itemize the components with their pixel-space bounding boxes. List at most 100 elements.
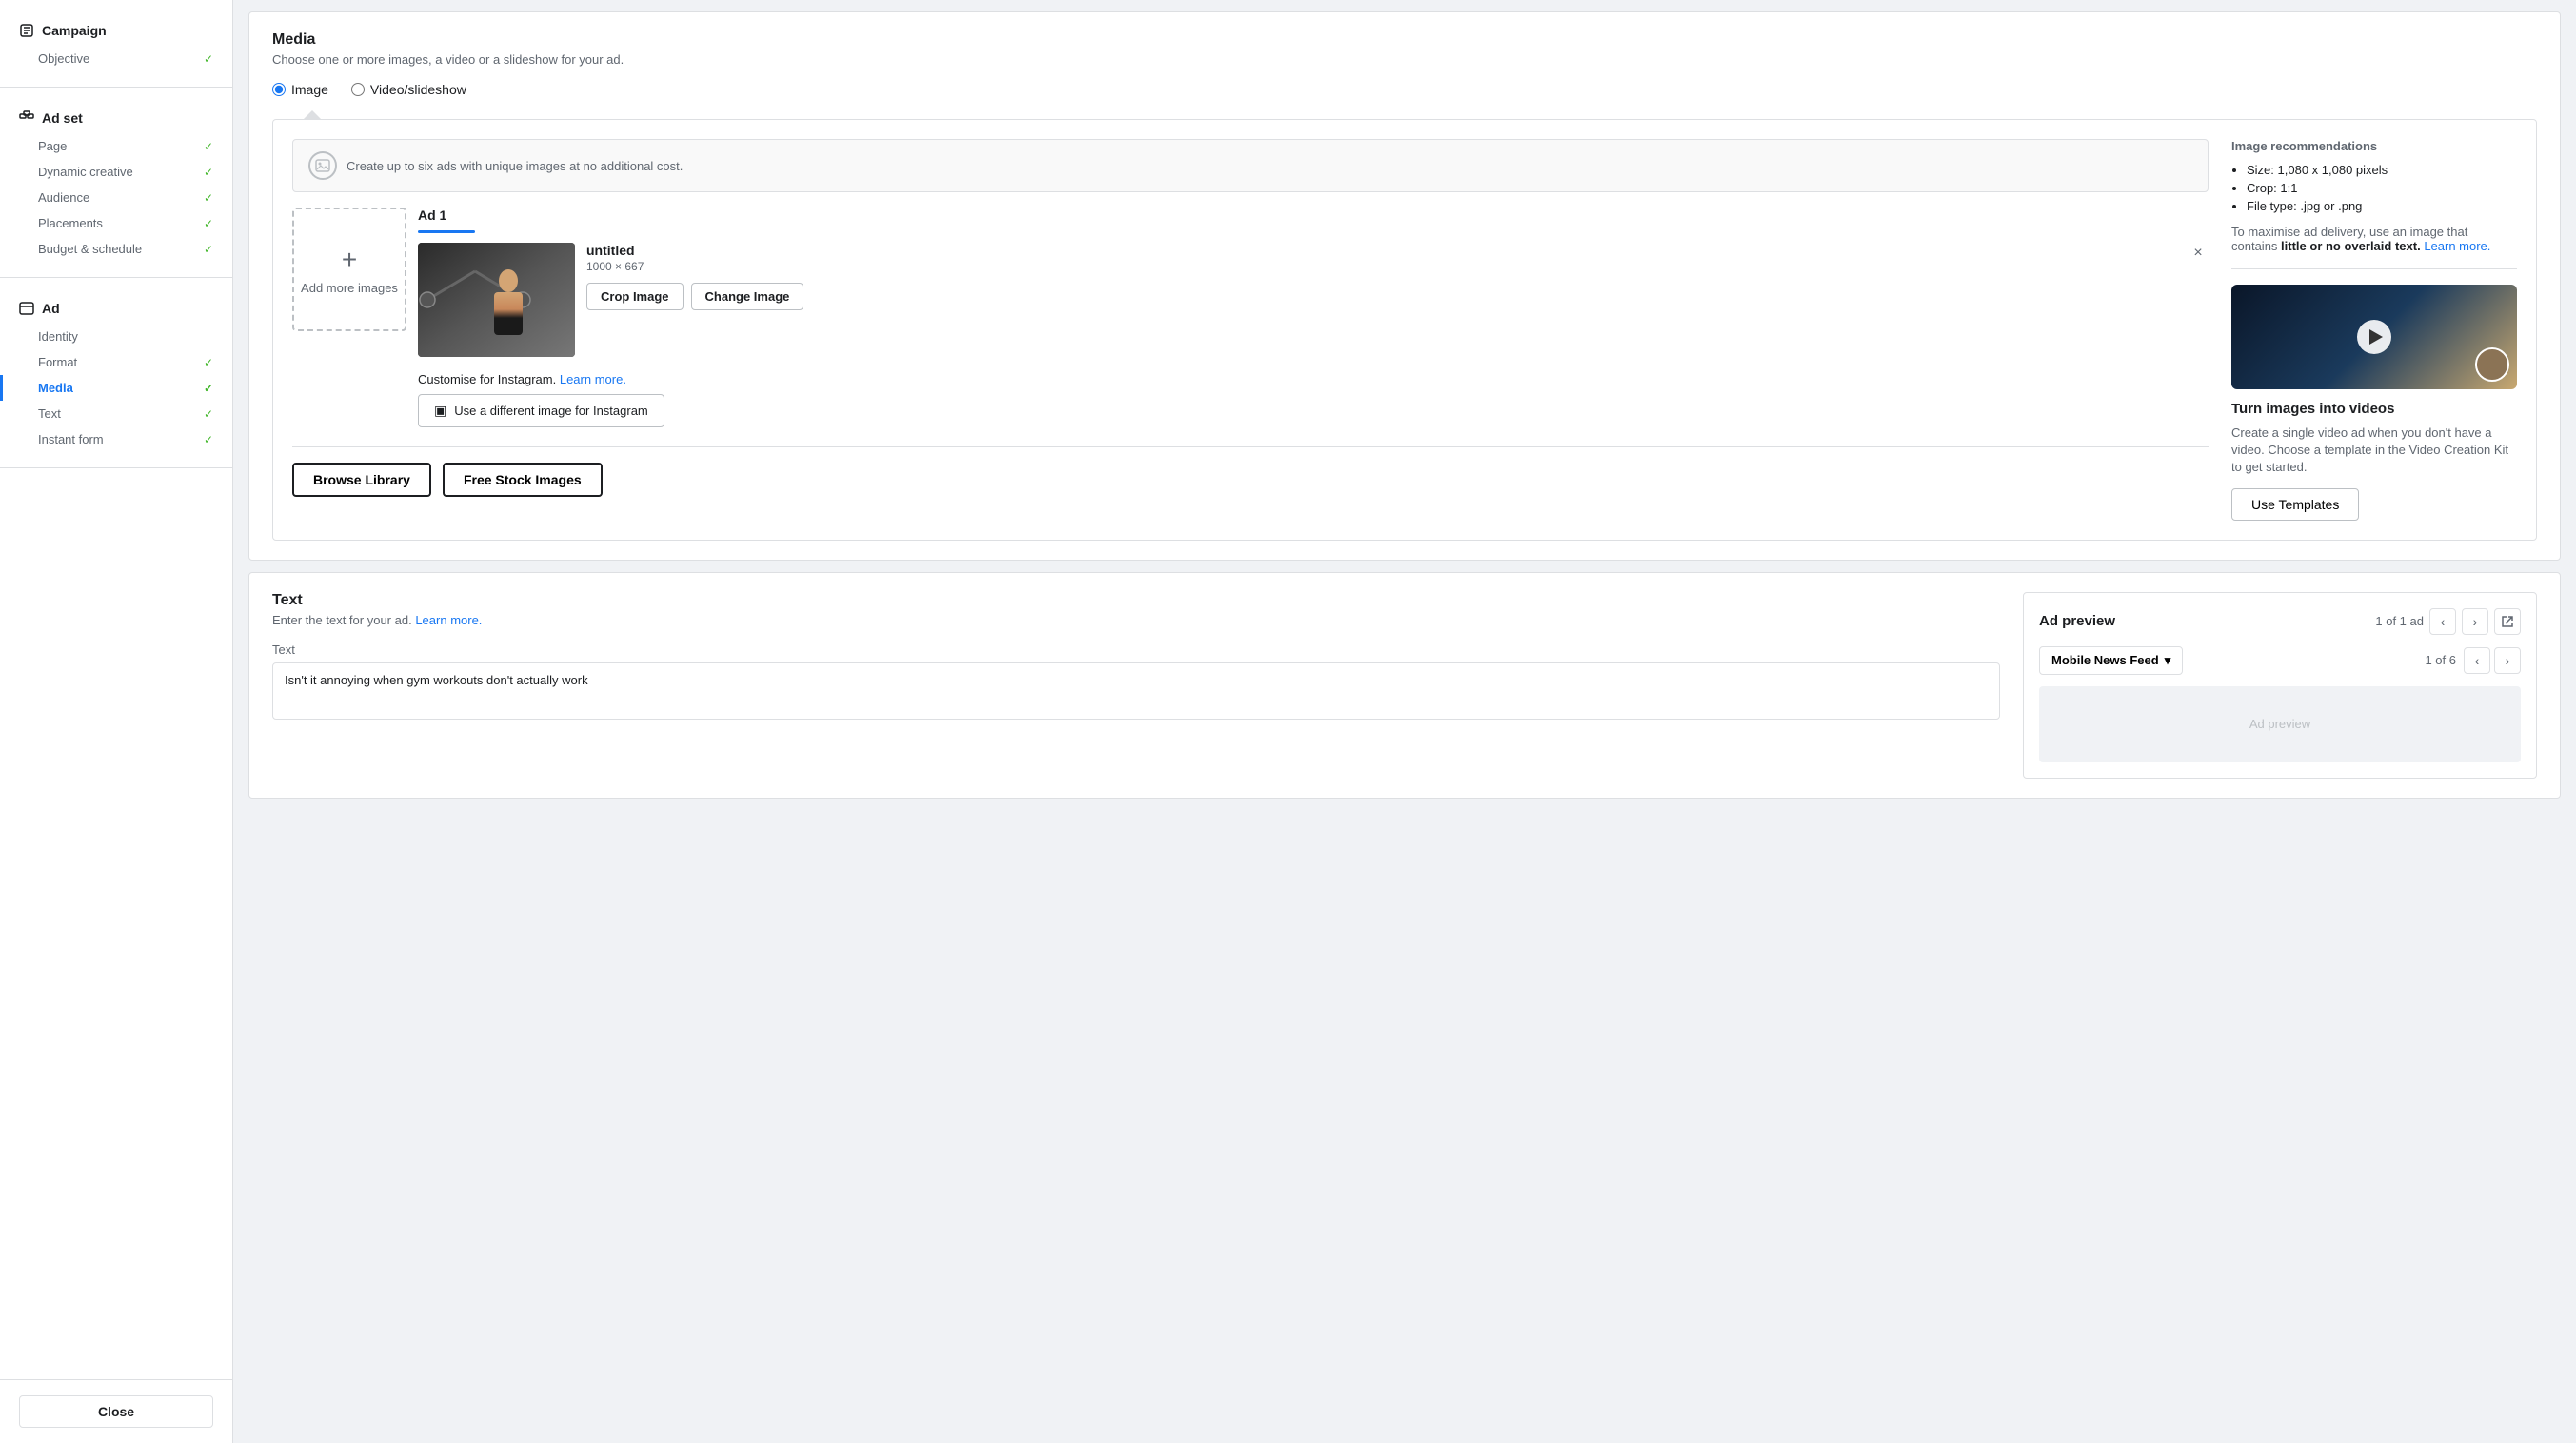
customise-learn-more-link[interactable]: Learn more. xyxy=(560,372,626,386)
ad1-card: Ad 1 xyxy=(418,208,2209,427)
media-content-wrapper: Create up to six ads with unique images … xyxy=(292,139,2517,521)
add-image-card[interactable]: + Add more images xyxy=(292,208,406,331)
placement-nav: ‹ › xyxy=(2464,647,2521,674)
check-icon-format: ✓ xyxy=(204,356,213,369)
placement-dropdown[interactable]: Mobile News Feed ▾ xyxy=(2039,646,2183,675)
close-ad1-button[interactable]: × xyxy=(2188,243,2209,264)
sidebar-campaign-section: Campaign Objective ✓ xyxy=(0,0,232,88)
media-subtitle: Choose one or more images, a video or a … xyxy=(272,52,2537,67)
sidebar-heading-adset[interactable]: Ad set xyxy=(0,103,232,133)
change-image-button[interactable]: Change Image xyxy=(691,283,804,310)
crop-image-button[interactable]: Crop Image xyxy=(586,283,684,310)
text-section-subtitle: Enter the text for your ad. Learn more. xyxy=(272,613,2000,627)
sidebar-item-media[interactable]: Media ✓ xyxy=(0,375,232,401)
sidebar-adset-section: Ad set Page ✓ Dynamic creative ✓ Audienc… xyxy=(0,88,232,278)
sidebar-item-format[interactable]: Format ✓ xyxy=(0,349,232,375)
video-title: Turn images into videos xyxy=(2231,401,2517,417)
image-radio-label[interactable]: Image xyxy=(272,82,328,97)
info-text: Create up to six ads with unique images … xyxy=(347,159,683,173)
customise-text: Customise for Instagram. Learn more. xyxy=(418,372,2209,386)
video-radio-label[interactable]: Video/slideshow xyxy=(351,82,466,97)
sidebar-ad-section: Ad Identity Format ✓ Media ✓ Text ✓ Inst… xyxy=(0,278,232,468)
play-triangle-icon xyxy=(2369,329,2383,345)
ad-preview-header: Ad preview 1 of 1 ad ‹ › xyxy=(2039,608,2521,635)
sidebar-item-page[interactable]: Page ✓ xyxy=(0,133,232,159)
rec-item-crop: Crop: 1:1 xyxy=(2247,181,2517,195)
browse-library-button[interactable]: Browse Library xyxy=(292,463,431,497)
sidebar-item-audience[interactable]: Audience ✓ xyxy=(0,185,232,210)
placement-prev-button[interactable]: ‹ xyxy=(2464,647,2490,674)
gym-image xyxy=(418,243,575,357)
gym-image-svg xyxy=(418,243,575,357)
ad1-image-thumb xyxy=(418,243,575,357)
sidebar-item-identity[interactable]: Identity xyxy=(0,324,232,349)
ad1-label: Ad 1 xyxy=(418,208,2209,223)
ad1-image-row: untitled 1000 × 667 Crop Image Change Im… xyxy=(418,243,2209,357)
ad1-dimensions: 1000 × 667 xyxy=(586,260,2209,273)
sidebar-item-dynamic-creative[interactable]: Dynamic creative ✓ xyxy=(0,159,232,185)
text-section-title: Text xyxy=(272,592,2000,609)
ad1-progress-bar xyxy=(418,230,475,233)
video-desc: Create a single video ad when you don't … xyxy=(2231,425,2517,477)
info-bar: Create up to six ads with unique images … xyxy=(292,139,2209,192)
check-icon-page: ✓ xyxy=(204,140,213,153)
ad1-actions: Crop Image Change Image xyxy=(586,283,2209,310)
text-section: Text Enter the text for your ad. Learn m… xyxy=(248,572,2561,799)
ad1-filename: untitled xyxy=(586,243,2209,258)
ad-preview-panel: Ad preview 1 of 1 ad ‹ › Mobile News Fee… xyxy=(2023,592,2537,779)
ad-preview-external-button[interactable] xyxy=(2494,608,2521,635)
ad-preview-next-button[interactable]: › xyxy=(2462,608,2488,635)
rec-item-size: Size: 1,080 x 1,080 pixels xyxy=(2247,163,2517,177)
placement-counter: 1 of 6 xyxy=(2425,653,2456,667)
ad-preview-counter: 1 of 1 ad xyxy=(2375,614,2424,628)
check-icon-audience: ✓ xyxy=(204,191,213,205)
image-radio[interactable] xyxy=(272,83,286,96)
adset-label: Ad set xyxy=(42,110,83,126)
text-textarea[interactable]: Isn't it annoying when gym workouts don'… xyxy=(272,662,2000,720)
rec-learn-more-link[interactable]: Learn more. xyxy=(2424,239,2490,253)
media-right: Image recommendations Size: 1,080 x 1,08… xyxy=(2231,139,2517,521)
placement-selector: Mobile News Feed ▾ 1 of 6 ‹ › xyxy=(2039,646,2521,675)
check-icon-instant-form: ✓ xyxy=(204,433,213,446)
rec-note: To maximise ad delivery, use an image th… xyxy=(2231,225,2517,253)
main-content: Media Choose one or more images, a video… xyxy=(233,0,2576,1443)
ads-area: + Add more images Ad 1 xyxy=(292,208,2209,427)
video-radio[interactable] xyxy=(351,83,365,96)
chevron-down-icon: ▾ xyxy=(2165,653,2171,668)
check-icon-budget: ✓ xyxy=(204,243,213,256)
sidebar-close-area: Close xyxy=(0,1379,232,1443)
placement-next-button[interactable]: › xyxy=(2494,647,2521,674)
external-link-icon xyxy=(2501,615,2514,628)
ad-label: Ad xyxy=(42,301,60,316)
sidebar-item-placements[interactable]: Placements ✓ xyxy=(0,210,232,236)
check-icon-dynamic: ✓ xyxy=(204,166,213,179)
campaign-label: Campaign xyxy=(42,23,107,38)
rec-list: Size: 1,080 x 1,080 pixels Crop: 1:1 Fil… xyxy=(2231,163,2517,213)
sidebar-heading-campaign[interactable]: Campaign xyxy=(0,15,232,46)
ad-preview-nav: 1 of 1 ad ‹ › xyxy=(2375,608,2521,635)
sidebar-item-text[interactable]: Text ✓ xyxy=(0,401,232,426)
ad-preview-title: Ad preview xyxy=(2039,613,2115,629)
play-button[interactable] xyxy=(2357,320,2391,354)
video-avatar xyxy=(2475,347,2509,382)
media-type-radio-group: Image Video/slideshow xyxy=(272,82,2537,97)
close-button[interactable]: Close xyxy=(19,1395,213,1428)
text-learn-more-link[interactable]: Learn more. xyxy=(415,613,482,627)
text-left: Text Enter the text for your ad. Learn m… xyxy=(272,592,2000,779)
sidebar-heading-ad[interactable]: Ad xyxy=(0,293,232,324)
ad-preview-prev-button[interactable]: ‹ xyxy=(2429,608,2456,635)
sidebar-item-objective[interactable]: Objective ✓ xyxy=(0,46,232,71)
add-image-label: Add more images xyxy=(301,281,398,295)
use-templates-button[interactable]: Use Templates xyxy=(2231,488,2359,521)
check-icon-placements: ✓ xyxy=(204,217,213,230)
adset-icon xyxy=(19,110,34,126)
instagram-bar: Customise for Instagram. Learn more. ▣ U… xyxy=(418,372,2209,427)
sidebar-item-instant-form[interactable]: Instant form ✓ xyxy=(0,426,232,452)
check-icon-objective: ✓ xyxy=(204,52,213,66)
free-stock-images-button[interactable]: Free Stock Images xyxy=(443,463,603,497)
check-icon-media: ✓ xyxy=(204,382,213,395)
preview-area: Ad preview xyxy=(2039,686,2521,762)
rec-title: Image recommendations xyxy=(2231,139,2517,153)
instagram-different-image-button[interactable]: ▣ Use a different image for Instagram xyxy=(418,394,664,427)
sidebar-item-budget[interactable]: Budget & schedule ✓ xyxy=(0,236,232,262)
